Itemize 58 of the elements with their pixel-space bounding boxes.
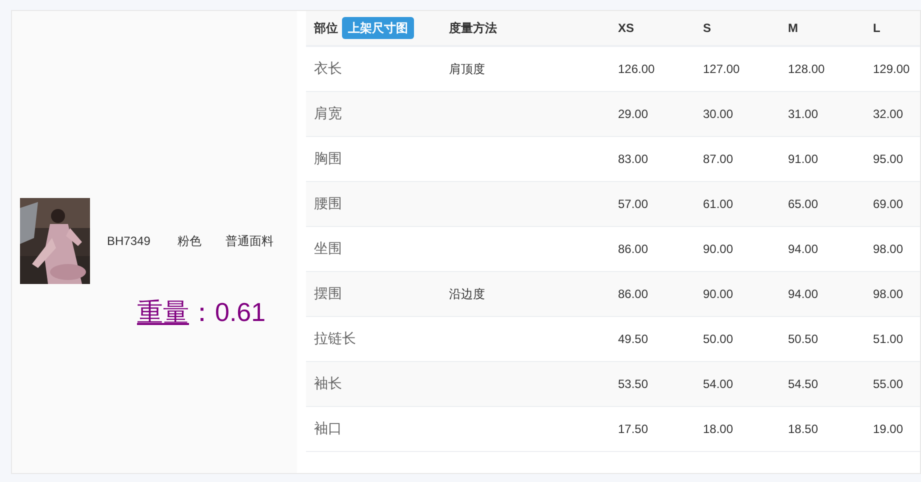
size-chart-badge[interactable]: 上架尺寸图 xyxy=(342,17,414,39)
size-value: 54.00 xyxy=(703,376,734,390)
column-header: 度量方法 xyxy=(449,21,497,35)
size-value: 61.00 xyxy=(703,196,734,210)
size-value: 30.00 xyxy=(703,106,734,120)
size-value: 32.00 xyxy=(873,106,904,120)
size-value: 50.50 xyxy=(788,332,818,346)
part-name: 摆围 xyxy=(314,285,342,301)
product-code: BH7349 xyxy=(107,233,150,250)
part-name: 胸围 xyxy=(314,150,342,166)
size-value: 69.00 xyxy=(873,196,904,210)
size-value: 65.00 xyxy=(788,196,818,210)
part-name: 坐围 xyxy=(314,240,342,256)
part-name: 袖口 xyxy=(314,420,342,436)
part-name: 拉链长 xyxy=(314,330,356,346)
size-value: 94.00 xyxy=(788,242,818,256)
size-value: 126.00 xyxy=(618,62,655,76)
part-name: 袖长 xyxy=(314,375,342,391)
measure-method: 沿边度 xyxy=(449,286,485,300)
size-value: 57.00 xyxy=(618,196,648,210)
size-value: 29.00 xyxy=(618,106,648,120)
size-value: 17.50 xyxy=(618,422,648,436)
size-value: 90.00 xyxy=(703,286,734,300)
size-value: 50.00 xyxy=(703,332,734,346)
column-header: XS xyxy=(618,21,634,35)
size-value: 87.00 xyxy=(703,152,734,166)
size-value: 18.50 xyxy=(788,422,818,436)
size-value: 98.00 xyxy=(873,242,904,256)
size-value: 98.00 xyxy=(873,286,904,300)
product-fabric: 普通面料 xyxy=(225,233,274,250)
size-value: 86.00 xyxy=(618,242,648,256)
size-value: 18.00 xyxy=(703,422,734,436)
size-value: 53.50 xyxy=(618,376,648,390)
size-value: 51.00 xyxy=(873,332,904,346)
size-value: 55.00 xyxy=(873,376,904,390)
size-value: 129.00 xyxy=(873,62,910,76)
size-value: 19.00 xyxy=(873,422,904,436)
weight-text: 重量：0.61 xyxy=(137,296,266,328)
size-value: 127.00 xyxy=(703,62,740,76)
size-value: 90.00 xyxy=(703,242,734,256)
size-value: 83.00 xyxy=(618,152,648,166)
part-name: 腰围 xyxy=(314,195,342,211)
part-name: 肩宽 xyxy=(314,105,342,121)
size-value: 128.00 xyxy=(788,62,825,76)
size-value: 95.00 xyxy=(873,152,904,166)
column-header: M xyxy=(788,21,798,35)
product-color: 粉色 xyxy=(177,233,202,250)
size-value: 91.00 xyxy=(788,152,818,166)
column-header: L xyxy=(873,21,880,35)
part-name: 衣长 xyxy=(314,60,342,76)
size-value: 94.00 xyxy=(788,286,818,300)
size-value: 86.00 xyxy=(618,286,648,300)
column-header: 部位 xyxy=(314,21,338,35)
size-value: 54.50 xyxy=(788,376,818,390)
size-value: 49.50 xyxy=(618,332,648,346)
measure-method: 肩顶度 xyxy=(449,62,485,76)
column-header: S xyxy=(703,21,712,35)
size-value: 31.00 xyxy=(788,106,818,120)
